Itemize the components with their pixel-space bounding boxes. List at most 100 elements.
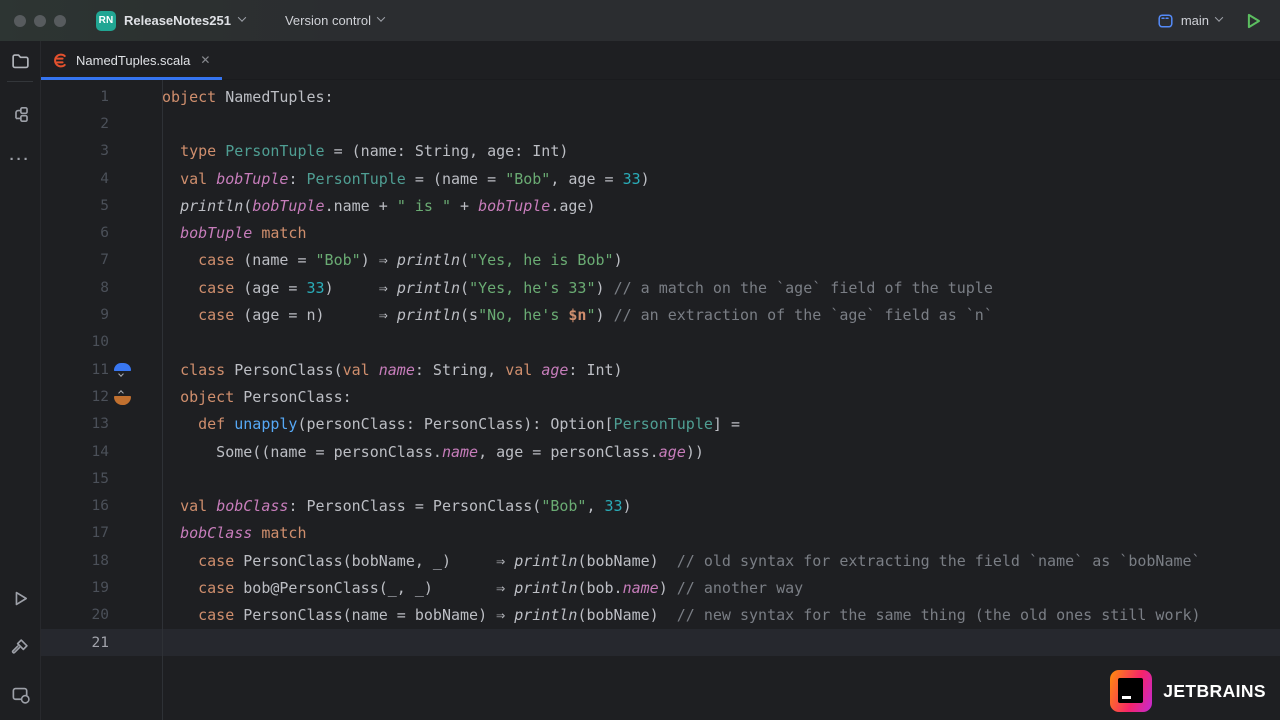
line-number[interactable]: 6 (41, 225, 109, 241)
code-token: "Yes, he's 33" (469, 279, 595, 297)
code-line[interactable]: 21 (41, 629, 1280, 656)
line-number[interactable]: 1 (41, 89, 109, 105)
titlebar-right: main (1157, 8, 1266, 34)
line-number[interactable]: 20 (41, 607, 109, 623)
chevron-down-icon (377, 13, 385, 21)
more-tool-windows-icon: ··· (10, 155, 31, 165)
jetbrains-logo (1110, 670, 1152, 712)
line-number[interactable]: 2 (41, 116, 109, 132)
companion-object-gutter-icon[interactable] (109, 389, 162, 405)
code-token: , age = personClass. (478, 443, 659, 461)
stripe-bottom-group (8, 586, 32, 720)
code-line[interactable]: 12 object PersonClass: (41, 383, 1280, 410)
code-token: 33 (623, 170, 641, 188)
code-token: = (name: String, age: Int) (325, 142, 569, 160)
structure-tool-button[interactable] (8, 102, 32, 126)
code-token: // new syntax for the same thing (the ol… (677, 606, 1201, 624)
line-number[interactable]: 14 (41, 444, 109, 460)
code-line[interactable]: 15 (41, 465, 1280, 492)
code-line[interactable]: 9 case (age = n) ⇒ println(s"No, he's $n… (41, 301, 1280, 328)
more-tool-windows-button[interactable]: ··· (8, 148, 32, 172)
build-tool-button[interactable] (8, 634, 32, 658)
line-number[interactable]: 17 (41, 525, 109, 541)
line-number[interactable]: 8 (41, 280, 109, 296)
code-line[interactable]: 2 (41, 110, 1280, 137)
code-token: bobClass (180, 524, 252, 542)
tab-namedtuples-scala[interactable]: NamedTuples.scala ✕ (41, 41, 222, 79)
code-token: case (198, 552, 234, 570)
code-line[interactable]: 17 bobClass match (41, 520, 1280, 547)
line-number[interactable]: 10 (41, 334, 109, 350)
code-token: , age = (550, 170, 622, 188)
code-token: 33 (605, 497, 623, 515)
code-token: : String, (415, 361, 505, 379)
line-number[interactable]: 15 (41, 471, 109, 487)
line-number[interactable]: 11 (41, 362, 109, 378)
code-token: "Bob" (505, 170, 550, 188)
close-window-button[interactable] (14, 15, 26, 27)
code-token: bobClass (216, 497, 288, 515)
branch-name: main (1181, 13, 1209, 28)
services-tool-button[interactable] (8, 682, 32, 706)
run-tool-button[interactable] (8, 586, 32, 610)
branch-widget[interactable]: main (1157, 13, 1222, 29)
line-number[interactable]: 5 (41, 198, 109, 214)
code-line[interactable]: 6 bobTuple match (41, 219, 1280, 246)
line-number[interactable]: 9 (41, 307, 109, 323)
companion-class-gutter-icon[interactable] (109, 363, 162, 377)
code-token: age (659, 443, 686, 461)
line-number[interactable]: 12 (41, 389, 109, 405)
code-token (162, 415, 198, 433)
code-line[interactable]: 3 type PersonTuple = (name: String, age:… (41, 138, 1280, 165)
code-line[interactable]: 4 val bobTuple: PersonTuple = (name = "B… (41, 165, 1280, 192)
code-line[interactable]: 7 case (name = "Bob") ⇒ println("Yes, he… (41, 247, 1280, 274)
project-widget[interactable]: RN ReleaseNotes251 (90, 7, 251, 35)
code-line[interactable]: 8 case (age = 33) ⇒ println("Yes, he's 3… (41, 274, 1280, 301)
editor[interactable]: 1object NamedTuples: 2 3 type PersonTuple … (41, 80, 1280, 720)
code-line[interactable]: 14 Some((name = personClass.name, age = … (41, 438, 1280, 465)
build-hammer-icon (11, 637, 30, 656)
chevron-down-icon (238, 13, 246, 21)
code-text: case bob@PersonClass(_, _) ⇒ println(bob… (162, 579, 803, 597)
close-tab-icon[interactable]: ✕ (200, 53, 210, 67)
code-line[interactable]: 1object NamedTuples: (41, 83, 1280, 110)
code-token: : PersonClass = PersonClass( (288, 497, 541, 515)
code-line[interactable]: 13 def unapply(personClass: PersonClass)… (41, 411, 1280, 438)
code-token: "No, he's (478, 306, 568, 324)
code-token: (name = (234, 251, 315, 269)
services-icon (11, 685, 30, 704)
code-token (162, 524, 180, 542)
run-button[interactable] (1240, 8, 1266, 34)
line-number[interactable]: 4 (41, 171, 109, 187)
code-line[interactable]: 11 class PersonClass(val name: String, v… (41, 356, 1280, 383)
line-number[interactable]: 13 (41, 416, 109, 432)
code-token (162, 552, 198, 570)
line-number[interactable]: 3 (41, 143, 109, 159)
zoom-window-button[interactable] (54, 15, 66, 27)
line-number[interactable]: 16 (41, 498, 109, 514)
code-token: val (180, 170, 207, 188)
project-icon: RN (96, 11, 116, 31)
line-number[interactable]: 21 (41, 635, 109, 651)
line-number[interactable]: 18 (41, 553, 109, 569)
code-line[interactable]: 19 case bob@PersonClass(_, _) ⇒ println(… (41, 574, 1280, 601)
code-token: type (180, 142, 216, 160)
minimize-window-button[interactable] (34, 15, 46, 27)
code-token: + (451, 197, 478, 215)
project-tool-button[interactable] (0, 41, 40, 81)
code-token: Some((name = personClass. (162, 443, 442, 461)
code-text: object PersonClass: (162, 388, 352, 406)
code-token: case (198, 306, 234, 324)
code-token: println (514, 552, 577, 570)
line-number[interactable]: 7 (41, 252, 109, 268)
branch-widget-icon (1157, 13, 1174, 29)
code-line[interactable]: 5 println(bobTuple.name + " is " + bobTu… (41, 192, 1280, 219)
code-line[interactable]: 10 (41, 329, 1280, 356)
code-line[interactable]: 20 case PersonClass(name = bobName) ⇒ pr… (41, 602, 1280, 629)
code-line[interactable]: 16 val bobClass: PersonClass = PersonCla… (41, 492, 1280, 519)
code-line[interactable]: 18 case PersonClass(bobName, _) ⇒ printl… (41, 547, 1280, 574)
code-token: case (198, 606, 234, 624)
line-number[interactable]: 19 (41, 580, 109, 596)
editor-pane: NamedTuples.scala ✕ 1object NamedTuples:… (41, 41, 1280, 720)
version-control-menu[interactable]: Version control (285, 13, 384, 28)
